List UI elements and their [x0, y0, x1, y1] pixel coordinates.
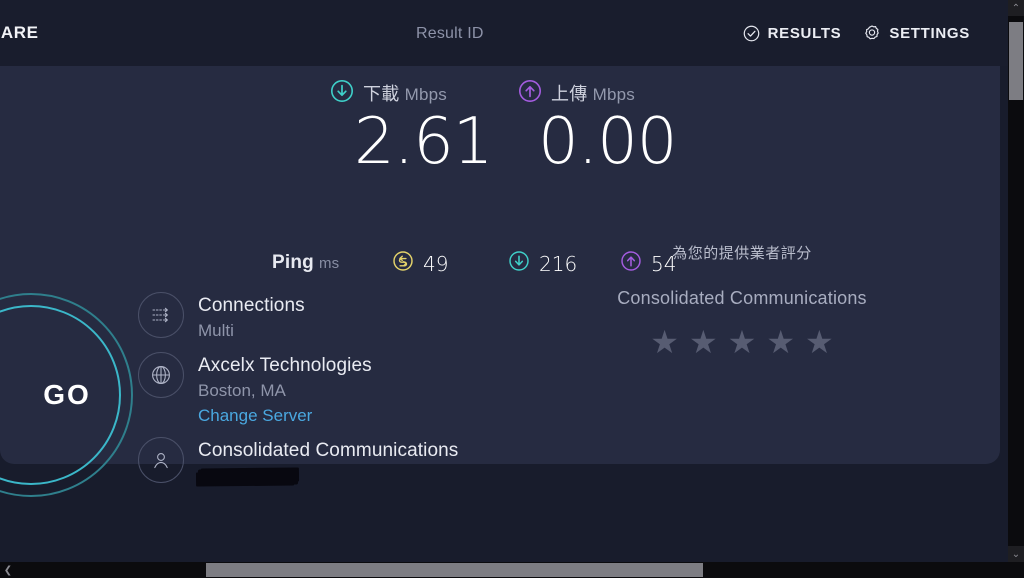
connection-info-list: Connections Multi Axcelx Technologies Bo… [138, 292, 558, 494]
ping-idle-item: 49 [392, 250, 448, 277]
download-arrow-circle-icon [330, 79, 354, 108]
multi-connections-icon [138, 292, 184, 338]
settings-button-label: SETTINGS [889, 24, 970, 42]
share-button[interactable]: HARE [0, 23, 39, 43]
ping-idle-value: 49 [423, 251, 449, 276]
connections-title: Connections [198, 295, 305, 316]
upload-label-text: 上傳 Mbps [551, 84, 635, 104]
app-header: HARE Result ID RESULTS [0, 0, 1008, 66]
provider-rating-panel: 為您的提供業者評分 Consolidated Communications ★ … [562, 242, 922, 359]
download-arrow-circle-icon [508, 250, 530, 277]
connections-text: Connections Multi [198, 292, 305, 343]
ping-label: Ping ms [272, 252, 340, 273]
check-circle-icon [743, 25, 760, 42]
rating-star-4[interactable]: ★ [766, 325, 795, 359]
results-button-label: RESULTS [767, 24, 842, 42]
server-row[interactable]: Axcelx Technologies Boston, MA Change Se… [138, 352, 558, 428]
scroll-up-arrow-icon[interactable]: ⌃ [1008, 0, 1024, 16]
connections-row[interactable]: Connections Multi [138, 292, 558, 343]
scrollbar-corner [1008, 562, 1024, 578]
results-button[interactable]: RESULTS [743, 25, 842, 42]
download-speed-block: 下載 Mbps 2.61 [330, 79, 493, 179]
rating-stars[interactable]: ★ ★ ★ ★ ★ [562, 325, 922, 359]
upload-speed-block: 上傳 Mbps 0.00 [518, 79, 677, 179]
speedtest-result-page: HARE Result ID RESULTS [0, 0, 1024, 578]
client-ip-redaction [197, 468, 299, 486]
result-panel: 下載 Mbps 2.61 上傳 Mbps 0.00 Ping ms 49 216… [0, 66, 1000, 497]
settings-button[interactable]: SETTINGS [863, 24, 970, 42]
server-location: Boston, MA [198, 381, 286, 400]
connections-value: Multi [198, 321, 234, 340]
client-isp-name: Consolidated Communications [198, 440, 459, 461]
gear-icon [863, 24, 881, 42]
go-button-label: GO [43, 379, 91, 410]
horizontal-scrollbar[interactable]: ❮ ❯ [0, 562, 1024, 578]
speed-readouts: 下載 Mbps 2.61 上傳 Mbps 0.00 [0, 79, 1000, 200]
scroll-down-arrow-icon[interactable]: ⌄ [1008, 546, 1024, 562]
vertical-scrollbar[interactable]: ⌃ ⌄ [1008, 0, 1024, 562]
rating-star-1[interactable]: ★ [650, 325, 679, 359]
download-speed-label-row: 下載 Mbps [330, 79, 493, 108]
download-speed-value: 2.61 [354, 105, 493, 179]
server-text: Axcelx Technologies Boston, MA Change Se… [198, 352, 372, 428]
rating-provider-name: Consolidated Communications [617, 288, 867, 308]
upload-arrow-circle-icon [518, 79, 542, 108]
vertical-scrollbar-thumb[interactable] [1009, 22, 1023, 100]
user-icon [138, 437, 184, 483]
rating-star-5[interactable]: ★ [805, 325, 834, 359]
rating-star-2[interactable]: ★ [689, 325, 718, 359]
rating-star-3[interactable]: ★ [728, 325, 757, 359]
client-row[interactable]: Consolidated Communications [138, 437, 558, 486]
horizontal-scrollbar-thumb[interactable] [206, 563, 703, 577]
idle-latency-circle-icon [392, 250, 414, 277]
client-text: Consolidated Communications [197, 437, 459, 486]
globe-icon [138, 352, 184, 398]
upload-speed-label-row: 上傳 Mbps [518, 79, 677, 108]
upload-speed-value: 0.00 [538, 105, 677, 179]
header-actions: RESULTS SETTINGS [743, 24, 970, 42]
server-name: Axcelx Technologies [198, 355, 372, 376]
change-server-link[interactable]: Change Server [198, 403, 372, 428]
rating-title: 為您的提供業者評分 [672, 245, 812, 262]
scroll-left-arrow-icon[interactable]: ❮ [0, 562, 16, 578]
result-id-label: Result ID [416, 25, 484, 42]
download-label-text: 下載 Mbps [363, 84, 447, 104]
go-button[interactable]: GO [0, 293, 133, 497]
